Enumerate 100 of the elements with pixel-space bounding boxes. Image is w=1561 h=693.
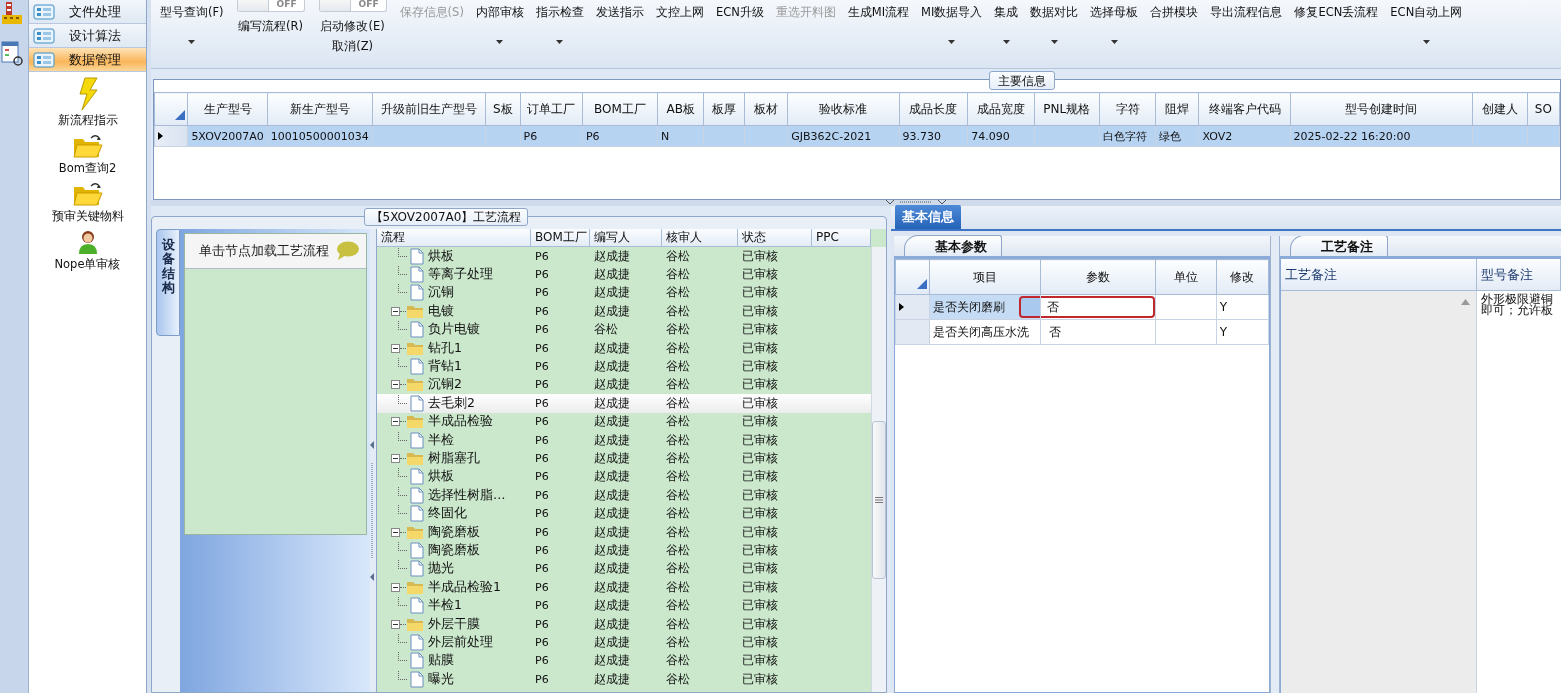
column-header[interactable]: 状态 <box>738 229 812 246</box>
column-header[interactable]: 升级前旧生产型号 <box>372 92 486 126</box>
table-cell-text: 谷松 <box>665 652 691 670</box>
column-header[interactable]: 项目 <box>929 259 1041 295</box>
table-cell-text: 赵成捷 <box>593 670 631 688</box>
collapse-icon[interactable] <box>391 417 400 427</box>
table-cell-text: P6 <box>534 304 550 318</box>
column-header[interactable]: 阻焊 <box>1155 92 1199 126</box>
column-header[interactable]: 单位 <box>1155 259 1217 295</box>
tree-node-label: 负片电镀 <box>428 321 480 339</box>
column-header[interactable]: 板材 <box>744 92 788 126</box>
column-header[interactable]: 工艺备注 <box>1281 259 1477 291</box>
toolbar-button[interactable]: 数据对比 <box>1025 0 1084 44</box>
column-header[interactable]: 字符 <box>1099 92 1156 126</box>
column-header[interactable]: 创建人 <box>1472 92 1528 126</box>
column-header[interactable]: 型号创建时间 <box>1290 92 1473 126</box>
tree-node-label: 选择性树脂… <box>428 486 506 504</box>
nav-item[interactable]: 数据管理 <box>29 48 146 72</box>
tool-item[interactable]: Nope单审核 <box>29 229 146 272</box>
table-cell-text: 已审核 <box>741 284 779 302</box>
table-cell-text: P6 <box>534 635 550 649</box>
column-header[interactable]: PNL规格 <box>1034 92 1100 126</box>
collapse-icon[interactable] <box>391 343 400 353</box>
table-cell-text: 谷松 <box>665 560 691 578</box>
column-header[interactable]: 修改 <box>1216 259 1269 295</box>
column-header[interactable]: BOM工厂 <box>582 92 658 126</box>
column-header[interactable]: SO <box>1527 92 1560 126</box>
collapse-icon[interactable] <box>391 527 400 537</box>
document-icon <box>410 670 424 688</box>
column-header[interactable]: 终端客户代码 <box>1198 92 1291 126</box>
collapse-icon[interactable] <box>391 619 400 629</box>
document-icon <box>410 541 424 559</box>
column-header[interactable]: 订单工厂 <box>520 92 583 126</box>
toolbar-button[interactable]: 集成 <box>989 0 1024 44</box>
tree-row[interactable]: 去毛刺2 P6 赵成捷 谷松 已审核 <box>377 394 871 413</box>
column-header[interactable]: 编写人 <box>590 229 662 246</box>
table-cell-text: 赵成捷 <box>593 597 631 615</box>
table-row[interactable]: 是否关闭高压水洗 否 Y <box>895 319 1269 345</box>
toolbar-button[interactable]: 指示检查 <box>530 0 589 44</box>
table-cell-text: P6 <box>534 452 550 465</box>
tab[interactable]: 工艺备注 <box>1290 236 1388 256</box>
table-cell-text: 赵成捷 <box>593 339 631 357</box>
tool-item[interactable]: Bom查询2 <box>29 133 146 176</box>
toolbar-button[interactable]: 文控上网 <box>650 0 709 20</box>
column-header[interactable]: 参数 <box>1040 259 1155 295</box>
tool-item[interactable]: 新流程指示 <box>29 77 146 128</box>
table-cell-text: 已审核 <box>741 413 779 431</box>
input-field[interactable]: 否 <box>1018 296 1155 318</box>
toggle-switch[interactable]: OFF <box>236 0 305 12</box>
toolbar-button[interactable]: 导出流程信息 <box>1205 0 1288 20</box>
toolbar-button[interactable]: 修复ECN丢流程 <box>1289 0 1384 20</box>
toolbar-button[interactable]: 选择母板 <box>1085 0 1144 44</box>
table-row[interactable]: 5XOV2007A0 10010500001034 P6 P6 N GJB362C-2021 93.730 74.090 白色字符 绿色 XOV2 2025-02-22 16:20:00 <box>154 125 1560 147</box>
column-header[interactable]: 新生产型号 <box>267 92 373 126</box>
toolbar-button[interactable]: 内部审核 <box>470 0 529 44</box>
toolbar-button[interactable]: 型号查询(F) <box>155 0 229 44</box>
nav-item[interactable]: 文件处理 <box>29 0 146 24</box>
column-header[interactable]: 核审人 <box>662 229 738 246</box>
toggle-switch[interactable]: OFF <box>318 0 387 12</box>
collapse-icon[interactable] <box>391 582 400 592</box>
toolbar-button[interactable]: 生成MI流程 <box>842 0 915 20</box>
table-cell-text: 谷松 <box>665 450 691 467</box>
toolbar-button[interactable]: ECN升级 <box>710 0 769 20</box>
column-header[interactable]: PPC <box>812 229 871 246</box>
column-header[interactable]: 验收标准 <box>787 92 900 126</box>
column-header[interactable]: 板厚 <box>703 92 745 126</box>
vertical-tab[interactable]: 设备结构 <box>156 229 180 337</box>
table-cell-text: 已审核 <box>741 597 779 615</box>
collapse-icon[interactable] <box>391 380 400 390</box>
column-header[interactable]: BOM工厂 <box>531 229 590 246</box>
column-header[interactable]: AB板 <box>657 92 704 126</box>
document-icon <box>410 633 424 651</box>
column-header[interactable]: 成品长度 <box>899 92 968 126</box>
toolbar-button[interactable]: 合拼模块 <box>1145 0 1204 20</box>
table-cell-text: 谷松 <box>665 358 691 376</box>
scroll-thumb[interactable] <box>872 421 886 579</box>
column-header[interactable]: 生产型号 <box>187 92 268 126</box>
tab[interactable]: 基本信息 <box>895 205 961 229</box>
table-cell-text: 已审核 <box>741 670 779 688</box>
tree-node-label: 沉铜 <box>428 284 454 302</box>
table-row[interactable]: 是否关闭磨刷 否 Y <box>895 294 1269 320</box>
document-icon <box>410 597 424 615</box>
column-header[interactable]: 流程 <box>377 229 531 246</box>
toolbar-button[interactable]: ECN自动上网 <box>1385 0 1468 44</box>
scrollbar[interactable] <box>871 247 886 692</box>
column-header[interactable]: 成品宽度 <box>967 92 1035 126</box>
table-cell-text: 已审核 <box>741 486 779 504</box>
toolbar-button[interactable]: MI数据导入 <box>916 0 988 44</box>
column-header[interactable]: S板 <box>485 92 521 126</box>
nav-item[interactable]: 设计算法 <box>29 24 146 48</box>
document-icon <box>410 266 424 284</box>
table-cell-text: P6 <box>534 360 550 374</box>
tool-item[interactable]: 预审关键物料 <box>29 181 146 224</box>
collapse-icon[interactable] <box>391 454 400 463</box>
column-header[interactable]: 型号备注 <box>1477 259 1561 291</box>
tab[interactable]: 基本参数 <box>904 235 1002 256</box>
collapse-icon[interactable] <box>391 306 400 316</box>
toolbar-button[interactable]: 发送指示 <box>590 0 649 20</box>
table-cell-text: 谷松 <box>665 376 691 394</box>
toolbar-button[interactable]: 取消(Z) <box>332 39 373 54</box>
